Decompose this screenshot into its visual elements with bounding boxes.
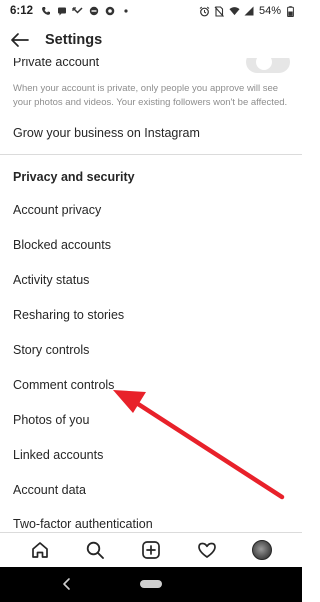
menu-item-blocked-accounts[interactable]: Blocked accounts <box>13 238 111 252</box>
page-title: Settings <box>45 32 103 48</box>
dnd-icon <box>88 6 99 17</box>
private-account-label: Private account <box>13 58 100 69</box>
menu-item-photos-of-you[interactable]: Photos of you <box>13 413 89 427</box>
status-bar: 6:12 54% <box>0 0 302 22</box>
message-icon <box>56 6 67 17</box>
menu-item-activity-status[interactable]: Activity status <box>13 273 89 287</box>
menu-item-two-factor-authentication[interactable]: Two-factor authentication <box>13 517 153 531</box>
private-account-toggle[interactable] <box>246 58 290 73</box>
settings-list[interactable]: Private account When your account is pri… <box>0 58 302 532</box>
battery-icon <box>285 5 296 17</box>
private-account-description: When your account is private, only peopl… <box>13 83 288 108</box>
section-divider <box>0 154 302 155</box>
private-account-row[interactable]: Private account <box>0 58 302 79</box>
status-time: 6:12 <box>10 5 34 17</box>
no-sim-icon <box>214 5 225 17</box>
wifi-icon <box>229 6 240 17</box>
toggle-knob <box>256 58 272 70</box>
system-nav-bar <box>0 567 302 602</box>
battery-level: 54% <box>258 5 281 17</box>
app-header: Settings <box>0 22 302 58</box>
missed-call-icon <box>72 6 83 17</box>
chrome-icon <box>104 6 115 17</box>
signal-icon <box>244 6 255 17</box>
menu-item-linked-accounts[interactable]: Linked accounts <box>13 448 103 462</box>
heart-icon[interactable] <box>195 538 219 562</box>
phone-icon <box>40 6 51 17</box>
menu-item-account-privacy[interactable]: Account privacy <box>13 203 101 217</box>
system-home-pill[interactable] <box>140 580 162 588</box>
search-icon[interactable] <box>83 538 107 562</box>
home-icon[interactable] <box>28 538 52 562</box>
menu-item-comment-controls[interactable]: Comment controls <box>13 378 114 392</box>
system-back-icon[interactable] <box>60 576 74 592</box>
back-arrow-icon[interactable] <box>9 29 31 51</box>
profile-avatar[interactable] <box>250 538 274 562</box>
menu-item-account-data[interactable]: Account data <box>13 483 86 497</box>
avatar <box>252 540 273 560</box>
alarm-icon <box>199 6 210 17</box>
section-title-privacy-security: Privacy and security <box>13 170 135 184</box>
menu-item-resharing-to-stories[interactable]: Resharing to stories <box>13 308 124 322</box>
add-post-icon[interactable] <box>139 538 163 562</box>
menu-item-story-controls[interactable]: Story controls <box>13 343 89 357</box>
bottom-nav <box>0 532 302 567</box>
dot-icon <box>120 6 131 17</box>
grow-business-link[interactable]: Grow your business on Instagram <box>13 126 200 140</box>
